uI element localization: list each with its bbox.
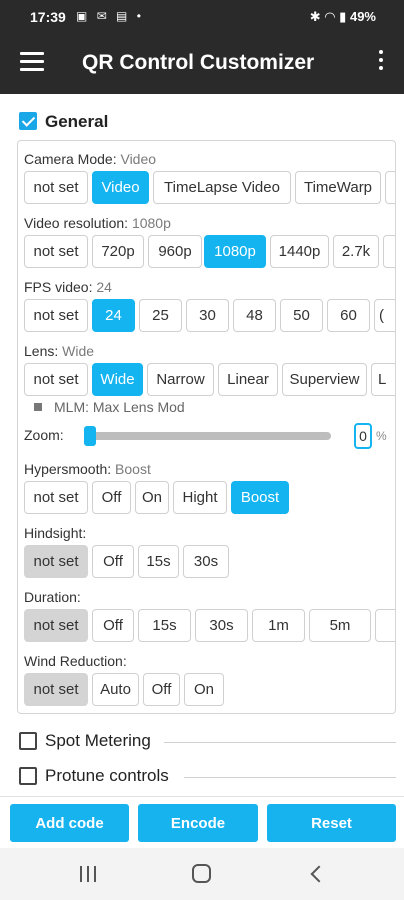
option-button[interactable]: not set bbox=[24, 299, 88, 332]
option-button[interactable]: 1080p bbox=[204, 235, 266, 268]
option-button[interactable]: On bbox=[184, 673, 224, 706]
group-title: FPS video: 24 bbox=[24, 279, 112, 295]
spot-metering-checkbox[interactable] bbox=[19, 732, 37, 750]
option-button[interactable] bbox=[383, 235, 395, 268]
app-bar: QR Control Customizer bbox=[0, 32, 404, 94]
option-button[interactable]: Video bbox=[92, 171, 149, 204]
system-nav-bar bbox=[0, 848, 404, 900]
option-button[interactable]: not set bbox=[24, 609, 88, 642]
back-icon[interactable] bbox=[308, 865, 326, 883]
option-button[interactable] bbox=[385, 171, 395, 204]
group-title: Video resolution: 1080p bbox=[24, 215, 171, 231]
bottom-divider bbox=[0, 796, 404, 797]
add-code-button[interactable]: Add code bbox=[10, 804, 129, 842]
zoom-label: Zoom: bbox=[24, 427, 64, 443]
option-button[interactable]: Off bbox=[143, 673, 180, 706]
section-divider bbox=[184, 777, 396, 778]
option-button[interactable]: On bbox=[135, 481, 169, 514]
option-button[interactable]: Linear bbox=[218, 363, 278, 396]
status-bar: 17:39 ▣ ✉ ▤ • ✱ ◠ ▮ 49% bbox=[0, 0, 404, 32]
option-button[interactable]: not set bbox=[24, 235, 88, 268]
zoom-slider-thumb[interactable] bbox=[84, 426, 96, 446]
option-button[interactable]: Off bbox=[92, 609, 134, 642]
option-button[interactable]: not set bbox=[24, 545, 88, 578]
hypersmooth-group: Hypersmooth: Boost not set Off On Hight … bbox=[24, 459, 395, 514]
system-status: ✱ ◠ ▮ 49% bbox=[310, 9, 376, 25]
option-button[interactable]: 960p bbox=[148, 235, 202, 268]
option-button[interactable]: L bbox=[371, 363, 395, 396]
option-button[interactable]: 2.7k bbox=[333, 235, 379, 268]
group-title: Duration: bbox=[24, 589, 81, 605]
status-time: 17:39 bbox=[30, 9, 66, 25]
mlm-square-icon bbox=[34, 403, 42, 411]
recents-icon[interactable] bbox=[80, 866, 98, 882]
group-title: Camera Mode: Video bbox=[24, 151, 157, 167]
option-button[interactable]: 48 bbox=[233, 299, 276, 332]
option-button[interactable]: Off bbox=[92, 481, 131, 514]
zoom-unit: % bbox=[376, 429, 387, 443]
general-checkbox[interactable] bbox=[19, 112, 37, 130]
option-button[interactable]: 5m bbox=[309, 609, 371, 642]
reset-button[interactable]: Reset bbox=[267, 804, 396, 842]
general-label: General bbox=[45, 112, 109, 131]
zoom-slider-track[interactable] bbox=[88, 432, 331, 440]
notification-icons: ▣ ✉ ▤ • bbox=[76, 9, 144, 23]
option-button[interactable]: 25 bbox=[139, 299, 182, 332]
option-button[interactable]: Off bbox=[92, 545, 134, 578]
group-title: Hypersmooth: Boost bbox=[24, 461, 151, 477]
zoom-input[interactable]: 0 bbox=[354, 423, 372, 449]
group-title: Lens: Wide bbox=[24, 343, 95, 359]
option-button[interactable]: 15s bbox=[138, 545, 179, 578]
option-button[interactable]: TimeLapse Video bbox=[153, 171, 291, 204]
option-button[interactable]: not set bbox=[24, 363, 88, 396]
lens-group: Lens: Wide not set Wide Narrow Linear Su… bbox=[24, 341, 395, 396]
option-button[interactable]: Hight bbox=[173, 481, 227, 514]
hamburger-menu-icon[interactable] bbox=[20, 52, 44, 72]
signal-icons: ✱ ◠ ▮ bbox=[309, 9, 347, 24]
option-button[interactable]: ( bbox=[374, 299, 395, 332]
option-button[interactable]: 1m bbox=[252, 609, 305, 642]
option-button[interactable] bbox=[375, 609, 395, 642]
option-button[interactable]: 30s bbox=[195, 609, 248, 642]
option-button[interactable]: not set bbox=[24, 481, 88, 514]
option-button[interactable]: 15s bbox=[138, 609, 191, 642]
option-button[interactable]: 30s bbox=[183, 545, 229, 578]
option-button[interactable]: 720p bbox=[92, 235, 144, 268]
hindsight-group: Hindsight: not set Off 15s 30s bbox=[24, 523, 395, 578]
video-resolution-group: Video resolution: 1080p not set 720p 960… bbox=[24, 213, 395, 268]
mlm-toggle[interactable]: MLM: Max Lens Mod bbox=[34, 399, 185, 415]
duration-group: Duration: not set Off 15s 30s 1m 5m bbox=[24, 587, 395, 642]
option-button[interactable]: Superview bbox=[282, 363, 367, 396]
option-button[interactable]: not set bbox=[24, 171, 88, 204]
option-button[interactable]: Narrow bbox=[147, 363, 214, 396]
protune-label[interactable]: Protune controls bbox=[45, 766, 169, 786]
protune-checkbox[interactable] bbox=[19, 767, 37, 785]
overflow-menu-icon[interactable] bbox=[376, 50, 386, 74]
home-icon[interactable] bbox=[192, 864, 211, 883]
group-title: Hindsight: bbox=[24, 525, 87, 541]
fps-video-group: FPS video: 24 not set 24 25 30 48 50 60 … bbox=[24, 277, 395, 332]
encode-button[interactable]: Encode bbox=[138, 804, 258, 842]
option-button[interactable]: 24 bbox=[92, 299, 135, 332]
camera-mode-group: Camera Mode: Video not set Video TimeLap… bbox=[24, 149, 395, 204]
option-button[interactable]: TimeWarp bbox=[295, 171, 381, 204]
option-button[interactable]: Boost bbox=[231, 481, 289, 514]
spot-metering-label[interactable]: Spot Metering bbox=[45, 731, 151, 751]
section-divider bbox=[164, 742, 396, 743]
general-panel: Camera Mode: Video not set Video TimeLap… bbox=[17, 140, 396, 714]
option-button[interactable]: 60 bbox=[327, 299, 370, 332]
option-button[interactable]: Auto bbox=[92, 673, 139, 706]
app-title: QR Control Customizer bbox=[82, 51, 315, 74]
option-button[interactable]: not set bbox=[24, 673, 88, 706]
battery-level: 49% bbox=[349, 9, 376, 24]
wind-reduction-group: Wind Reduction: not set Auto Off On bbox=[24, 651, 395, 706]
option-button[interactable]: 30 bbox=[186, 299, 229, 332]
group-title: Wind Reduction: bbox=[24, 653, 127, 669]
option-button[interactable]: 50 bbox=[280, 299, 323, 332]
option-button[interactable]: Wide bbox=[92, 363, 143, 396]
option-button[interactable]: 1440p bbox=[270, 235, 329, 268]
